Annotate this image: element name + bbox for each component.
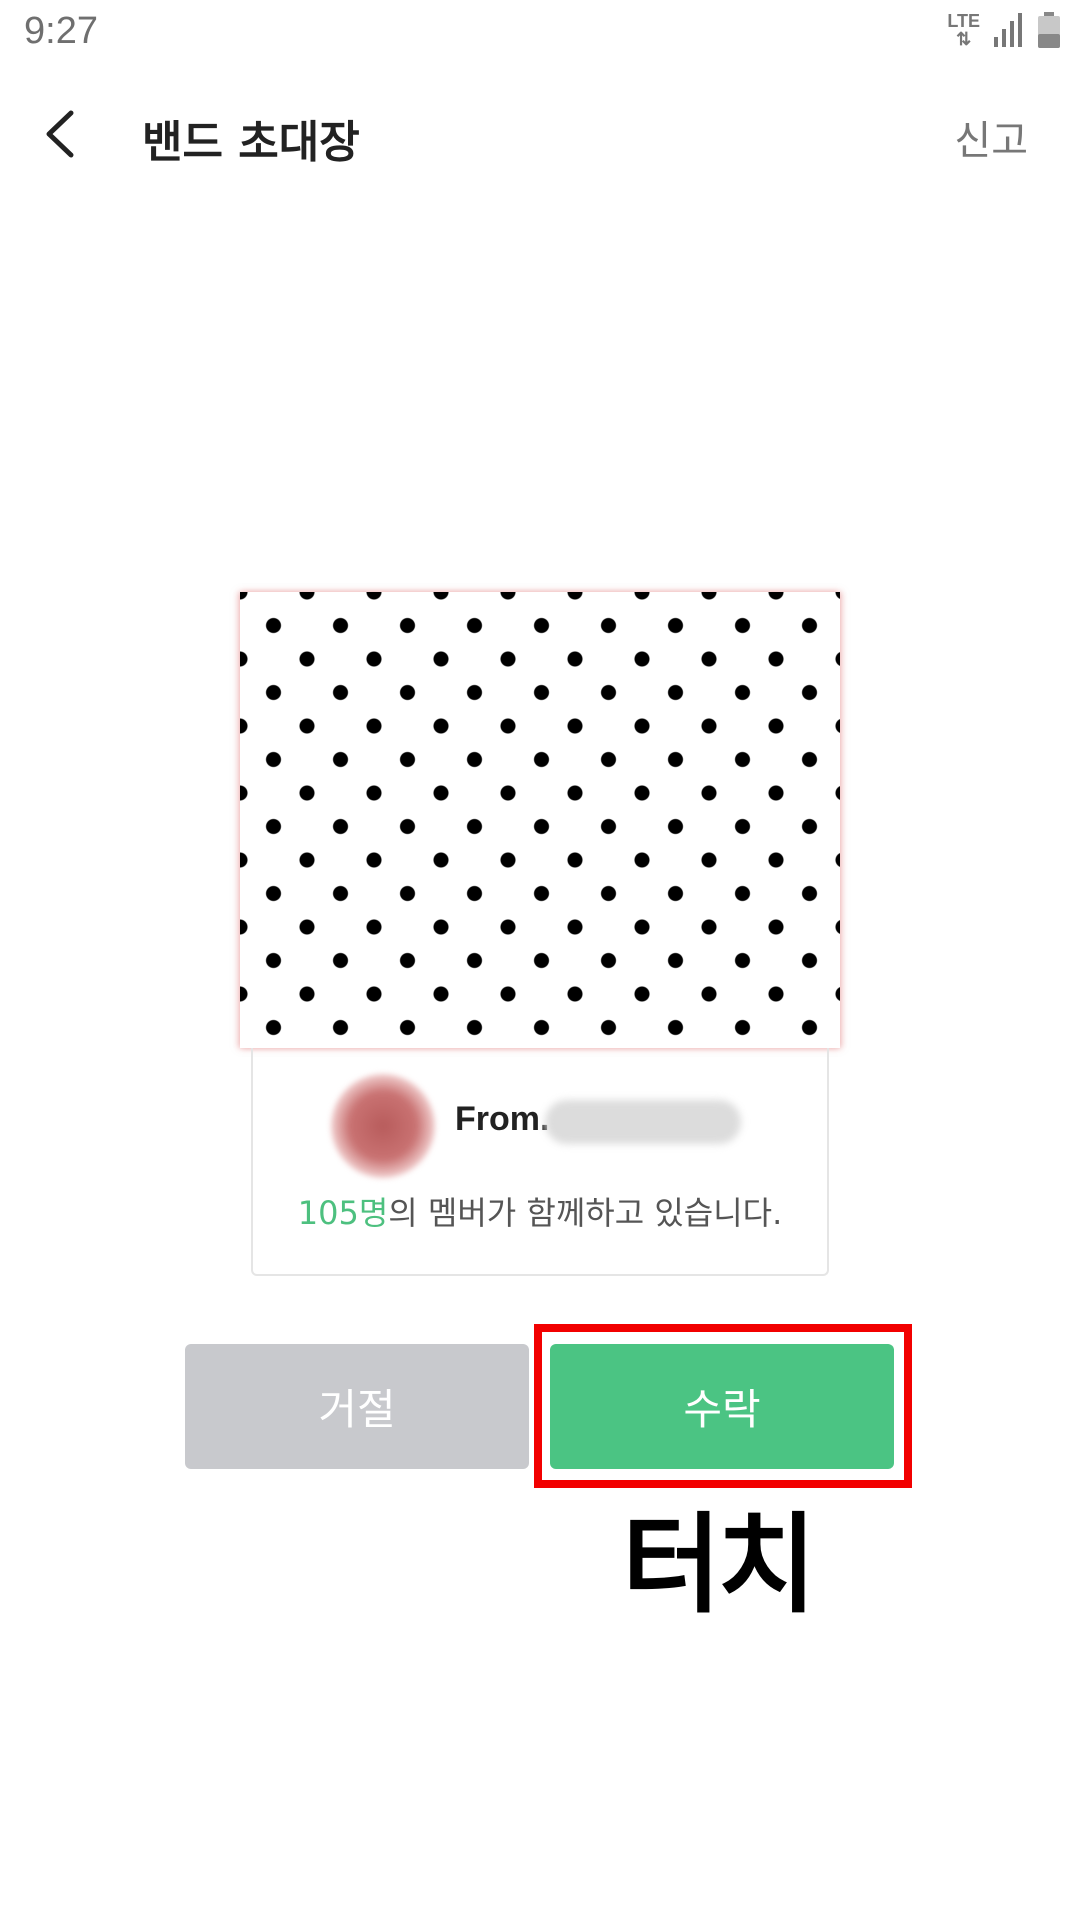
member-count-text: 105명의 멤버가 함께하고 있습니다.: [253, 1188, 827, 1234]
signal-icon: [994, 13, 1024, 47]
battery-icon: [1038, 12, 1060, 48]
chevron-left-icon: [46, 110, 74, 158]
app-header: 밴드 초대장 신고: [0, 80, 1080, 190]
from-label: From.: [455, 1100, 550, 1138]
page-title: 밴드 초대장: [142, 117, 360, 168]
touch-annotation: 터치: [622, 1503, 817, 1628]
report-button[interactable]: 신고: [954, 108, 1028, 166]
member-count: 105명: [297, 1194, 389, 1232]
back-button[interactable]: [30, 104, 90, 164]
network-label: LTE: [947, 11, 980, 31]
invitation-info-card: From. 105명의 멤버가 함께하고 있습니다.: [251, 1048, 829, 1276]
member-suffix: 의 멤버가 함께하고 있습니다.: [388, 1194, 783, 1232]
status-icons: LTE ⇅: [947, 12, 1060, 48]
status-time: 9:27: [24, 10, 98, 52]
sender-name-blurred: [545, 1100, 741, 1144]
band-cover-image: [240, 592, 840, 1048]
accept-button[interactable]: 수락: [550, 1344, 894, 1469]
data-arrows-icon: ⇅: [956, 29, 972, 49]
decline-button[interactable]: 거절: [185, 1344, 529, 1469]
sender-avatar: [331, 1074, 435, 1178]
lte-icon: LTE ⇅: [947, 12, 980, 48]
